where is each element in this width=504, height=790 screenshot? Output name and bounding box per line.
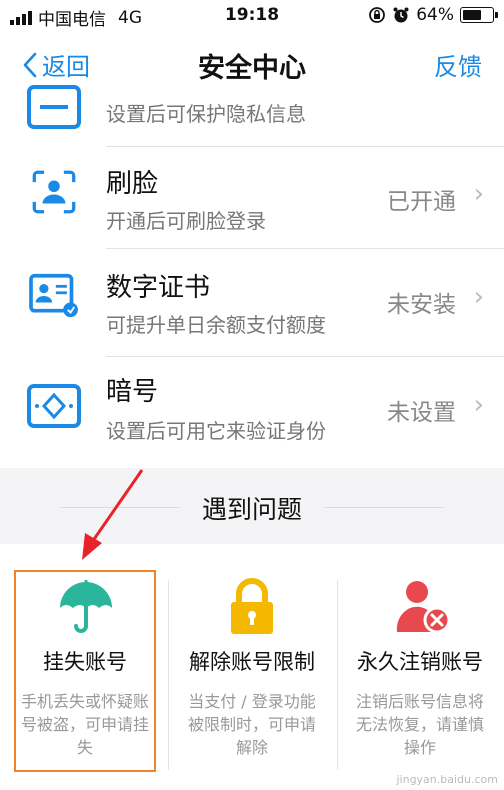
red-arrow-annotation bbox=[82, 469, 144, 560]
watermark: jingyan.baidu.com bbox=[396, 773, 498, 786]
